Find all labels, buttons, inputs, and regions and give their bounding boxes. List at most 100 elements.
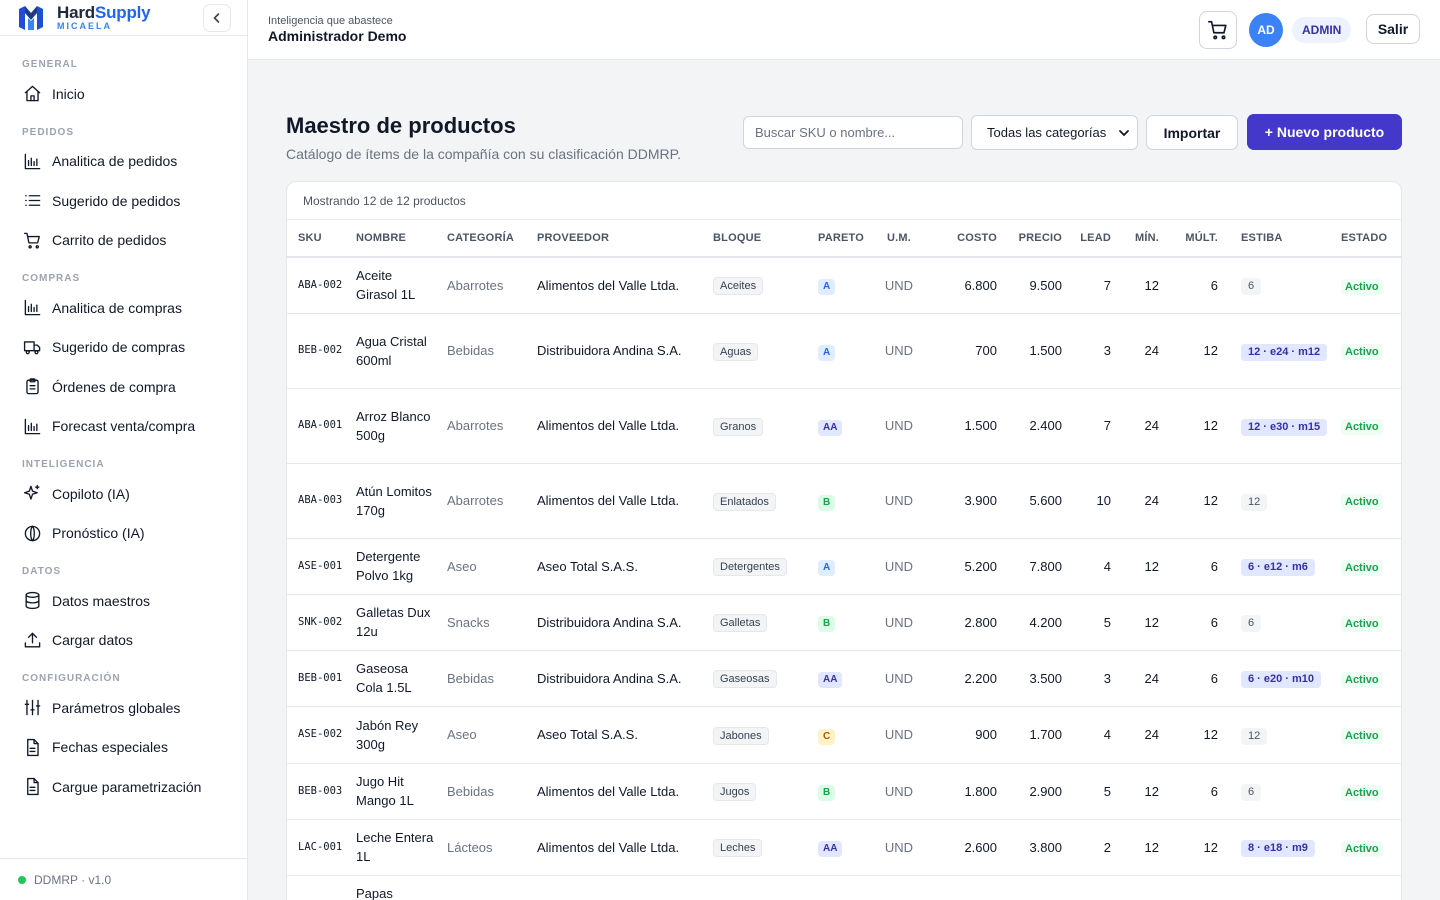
sidebar-item-parametros-globales[interactable]: Parámetros globales xyxy=(0,688,247,728)
sidebar-item-carrito-de-pedidos[interactable]: Carrito de pedidos xyxy=(0,221,247,261)
cell-price: 5.600 xyxy=(1009,463,1074,539)
sidebar-item-inicio[interactable]: Inicio xyxy=(0,74,247,114)
estiba-badge: 8 · e18 · m9 xyxy=(1241,840,1315,857)
sidebar-item-copiloto-ia[interactable]: Copiloto (IA) xyxy=(0,474,247,514)
sidebar-item-fechas-especiales[interactable]: Fechas especiales xyxy=(0,728,247,768)
cell-supplier: Alimentos del Valle Ltda. xyxy=(526,463,702,539)
cell-category: Bebidas xyxy=(436,650,526,707)
column-header-pareto[interactable]: PARETO xyxy=(807,220,875,258)
cell-price: 1.500 xyxy=(1009,313,1074,389)
sidebar-item-label: Inicio xyxy=(52,85,85,102)
sidebar-item-sugerido-de-compras[interactable]: Sugerido de compras xyxy=(0,328,247,368)
cell-lead: 10 xyxy=(1074,463,1123,539)
cell-price: 3.800 xyxy=(1009,819,1074,876)
column-header-estiba[interactable]: ESTIBA xyxy=(1230,220,1330,258)
table-row[interactable]: ASE-002 Jabón Rey 300g Aseo Aseo Total S… xyxy=(287,706,1401,764)
nav-section-pedidos: PEDIDOS xyxy=(22,126,75,138)
status-badge: Activo xyxy=(1341,615,1383,632)
pareto-badge: A xyxy=(818,279,836,296)
cell-price: 7.800 xyxy=(1009,538,1074,595)
cell-min: 24 xyxy=(1123,388,1171,464)
cell-name: Jabón Rey 300g xyxy=(345,706,436,764)
cell-estiba: 6 xyxy=(1230,257,1330,314)
cell-sku: ABA-001 xyxy=(287,388,345,464)
table-row[interactable]: ABA-003 Atún Lomitos 170g Abarrotes Alim… xyxy=(287,463,1401,539)
sidebar-item-analitica-de-compras[interactable]: Analitica de compras xyxy=(0,288,247,328)
sidebar-item-label: Analitica de compras xyxy=(52,299,182,316)
table-row[interactable]: BEB-001 Gaseosa Cola 1.5L Bebidas Distri… xyxy=(287,650,1401,707)
column-header-sku[interactable]: SKU xyxy=(287,220,345,258)
column-header-mult[interactable]: MÚLT. xyxy=(1171,220,1230,258)
cell-block: Aguas xyxy=(702,313,807,389)
column-header-lead[interactable]: LEAD xyxy=(1074,220,1123,258)
role-badge: ADMIN xyxy=(1292,17,1352,43)
cell-estiba: 6 xyxy=(1230,763,1330,820)
cell-mult: 6 xyxy=(1171,594,1230,651)
sidebar-nav: GENERAL Inicio PEDIDOS Analitica de pedi… xyxy=(0,36,247,807)
cell-name: Atún Lomitos 170g xyxy=(345,463,436,539)
new-product-button[interactable]: + Nuevo producto xyxy=(1247,114,1402,150)
cell-min: 12 xyxy=(1123,257,1171,314)
column-header-name[interactable]: NOMBRE xyxy=(345,220,436,258)
bar-chart-icon xyxy=(22,416,42,436)
sidebar-item-forecast-venta-compra[interactable]: Forecast venta/compra xyxy=(0,407,247,447)
cell-mult: 12 xyxy=(1171,313,1230,389)
table-row[interactable]: LAC-001 Leche Entera 1L Lácteos Alimento… xyxy=(287,819,1401,876)
cell-supplier xyxy=(526,875,702,900)
avatar[interactable]: AD xyxy=(1249,13,1283,47)
category-select-value: Todas las categorías xyxy=(987,125,1107,140)
category-select[interactable]: Todas las categorías xyxy=(971,115,1138,150)
table-row[interactable]: BEB-002 Agua Cristal 600ml Bebidas Distr… xyxy=(287,313,1401,389)
column-header-price[interactable]: PRECIO xyxy=(1009,220,1074,258)
sidebar-item-cargue-parametrizacion[interactable]: Cargue parametrización xyxy=(0,767,247,807)
cell-block: Gaseosas xyxy=(702,650,807,707)
table-row[interactable]: Papas xyxy=(287,875,1401,900)
topbar-title: Administrador Demo xyxy=(268,28,407,44)
pareto-badge: A xyxy=(818,560,836,576)
table-row[interactable]: ASE-001 Detergente Polvo 1kg Aseo Aseo T… xyxy=(287,538,1401,595)
cell-estiba: 6 xyxy=(1230,594,1330,651)
column-header-um[interactable]: U.M. xyxy=(875,220,923,258)
sidebar-item-sugerido-de-pedidos[interactable]: Sugerido de pedidos xyxy=(0,181,247,221)
sidebar-item-ordenes-de-compra[interactable]: Órdenes de compra xyxy=(0,367,247,407)
cell-mult: 6 xyxy=(1171,763,1230,820)
cell-mult: 12 xyxy=(1171,463,1230,539)
status-badge: Activo xyxy=(1341,728,1383,744)
cell-supplier: Aseo Total S.A.S. xyxy=(526,538,702,595)
column-header-supplier[interactable]: PROVEEDOR xyxy=(526,220,702,258)
cell-name: Jugo Hit Mango 1L xyxy=(345,763,436,820)
status-dot xyxy=(18,875,26,884)
cell-price xyxy=(1009,875,1074,900)
estiba-badge: 6 xyxy=(1241,615,1262,632)
topbar: Inteligencia que abastece Administrador … xyxy=(248,0,1440,60)
cell-mult: 6 xyxy=(1171,538,1230,595)
cell-mult: 12 xyxy=(1171,388,1230,464)
nav-section-general: GENERAL xyxy=(22,59,78,70)
column-header-category[interactable]: CATEGORÍA xyxy=(436,220,526,258)
sidebar-item-label: Cargar datos xyxy=(52,632,133,649)
sidebar-item-pronostico-ia[interactable]: Pronóstico (IA) xyxy=(0,514,247,554)
table-row[interactable]: BEB-003 Jugo Hit Mango 1L Bebidas Alimen… xyxy=(287,763,1401,820)
cell-min: 12 xyxy=(1123,819,1171,876)
table-row[interactable]: SNK-002 Galletas Dux 12u Snacks Distribu… xyxy=(287,594,1401,651)
logout-button[interactable]: Salir xyxy=(1366,14,1420,44)
file-icon xyxy=(22,777,42,797)
collapse-sidebar-button[interactable] xyxy=(203,4,231,32)
cart-button[interactable] xyxy=(1199,11,1237,49)
cell-status: Activo xyxy=(1330,257,1401,314)
sidebar-item-label: Carrito de pedidos xyxy=(52,232,167,249)
table-row[interactable]: ABA-001 Arroz Blanco 500g Abarrotes Alim… xyxy=(287,388,1401,464)
column-header-block[interactable]: BLOQUE xyxy=(702,220,807,258)
cell-status: Activo xyxy=(1330,538,1401,595)
import-button[interactable]: Importar xyxy=(1146,115,1238,150)
block-chip: Detergentes xyxy=(713,558,787,576)
column-header-cost[interactable]: COSTO xyxy=(923,220,1009,258)
search-input[interactable] xyxy=(743,116,963,149)
sidebar-item-label: Pronóstico (IA) xyxy=(52,525,145,542)
sidebar-item-analitica-de-pedidos[interactable]: Analitica de pedidos xyxy=(0,142,247,182)
sidebar-item-cargar-datos[interactable]: Cargar datos xyxy=(0,621,247,661)
sidebar-item-datos-maestros[interactable]: Datos maestros xyxy=(0,581,247,621)
table-row[interactable]: ABA-002 Aceite Girasol 1L Abarrotes Alim… xyxy=(287,257,1401,314)
column-header-min[interactable]: MÍN. xyxy=(1123,220,1171,258)
column-header-status[interactable]: ESTADO xyxy=(1330,220,1401,258)
